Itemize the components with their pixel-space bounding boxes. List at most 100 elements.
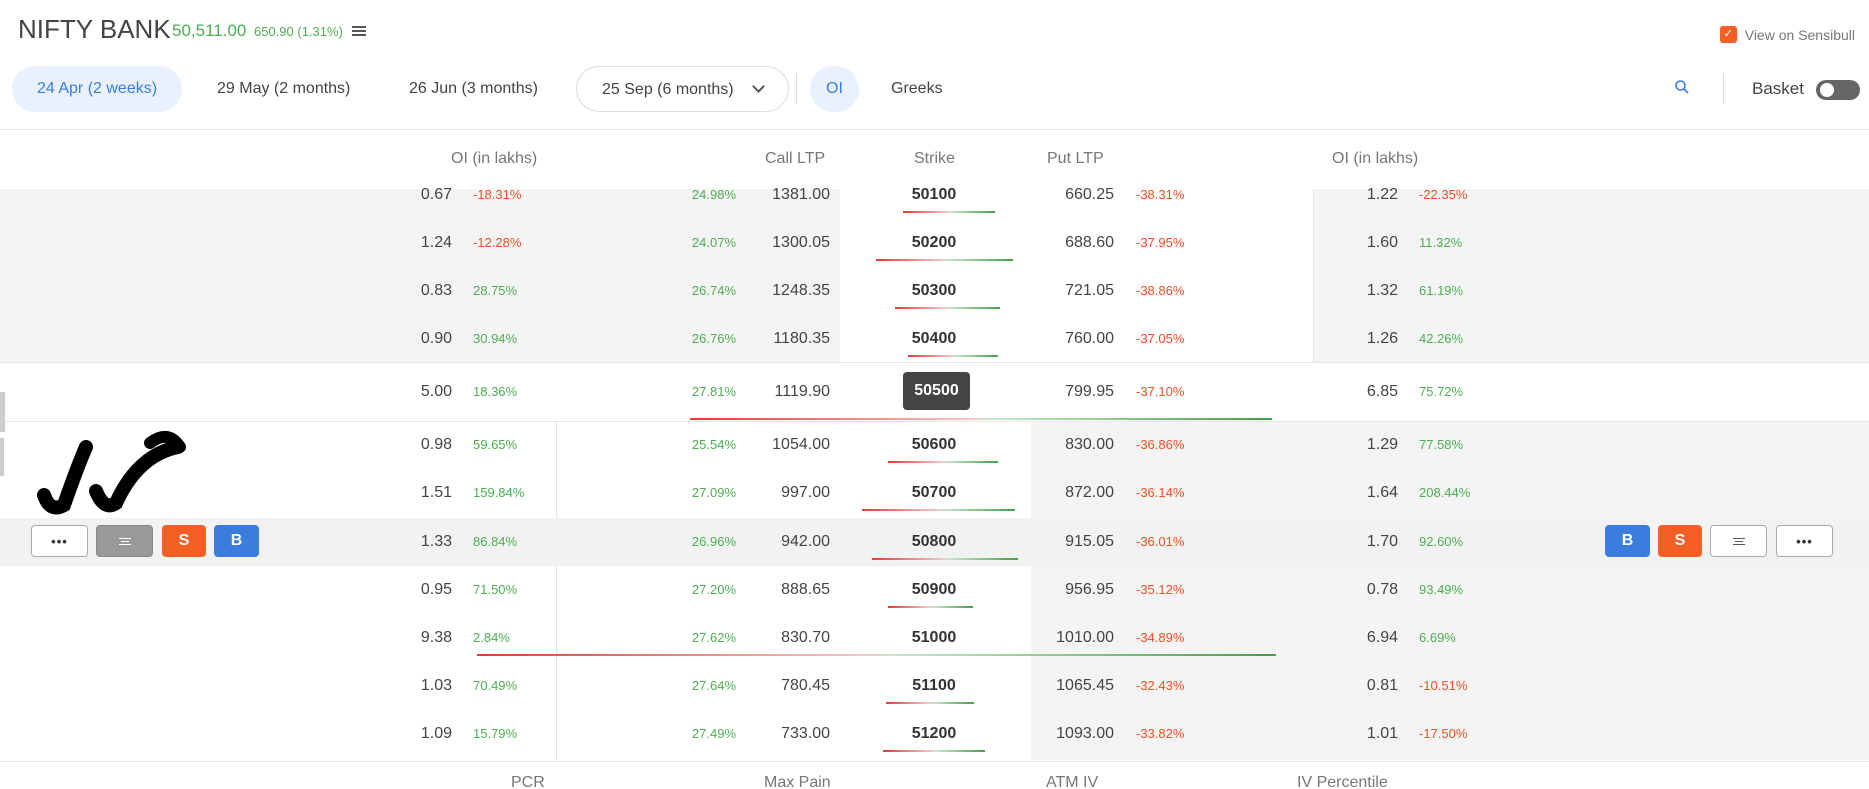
call-ltp[interactable]: 1119.90 <box>730 368 830 416</box>
table-row[interactable]: 0.95 71.50% 27.20% 888.65 50900 956.95 -35.12%… <box>0 566 1869 614</box>
search-icon[interactable] <box>1674 79 1690 95</box>
put-ltp-change[interactable]: -35.12% <box>1136 566 1184 614</box>
put-oi-value[interactable]: 1.60 <box>1298 219 1398 267</box>
table-row[interactable]: 1.24 -12.28% 24.07% 1300.05 50200 688.60 -37.9… <box>0 219 1869 267</box>
call-ltp-change[interactable]: 25.54% <box>660 421 736 469</box>
call-ltp-change[interactable]: 26.96% <box>660 518 736 566</box>
put-ltp[interactable]: 688.60 <box>1014 219 1114 267</box>
call-oi-value[interactable]: 9.38 <box>352 614 452 662</box>
call-buy-button[interactable]: B <box>214 525 259 557</box>
call-oi-value[interactable]: 1.03 <box>352 662 452 710</box>
put-ltp-change[interactable]: -36.14% <box>1136 469 1184 517</box>
table-row[interactable]: 0.98 59.65% 25.54% 1054.00 50600 830.00 -36.86… <box>0 421 1869 469</box>
table-row[interactable]: 0.90 30.94% 26.76% 1180.35 50400 760.00 -37.05… <box>0 315 1869 363</box>
menu-icon[interactable] <box>352 26 366 38</box>
call-ltp[interactable]: 1054.00 <box>730 421 830 469</box>
call-ltp[interactable]: 1248.35 <box>730 267 830 315</box>
put-oi-change[interactable]: 75.72% <box>1419 368 1463 416</box>
put-oi-change[interactable]: 11.32% <box>1419 219 1462 267</box>
scroll-handle[interactable] <box>0 438 4 476</box>
put-sell-button[interactable]: S <box>1658 525 1702 557</box>
call-oi-change[interactable]: 70.49% <box>473 662 517 710</box>
call-ltp-change[interactable]: 26.76% <box>660 315 736 363</box>
put-oi-change[interactable]: -22.35% <box>1419 171 1467 219</box>
put-ltp-change[interactable]: -36.86% <box>1136 421 1184 469</box>
put-oi-value[interactable]: 1.70 <box>1298 518 1398 566</box>
put-oi-value[interactable]: 6.85 <box>1298 368 1398 416</box>
call-oi-change[interactable]: 86.84% <box>473 518 517 566</box>
put-oi-value[interactable]: 0.81 <box>1298 662 1398 710</box>
call-oi-value[interactable]: 1.24 <box>352 219 452 267</box>
call-ltp[interactable]: 733.00 <box>730 710 830 758</box>
call-oi-value[interactable]: 0.67 <box>352 171 452 219</box>
call-oi-value[interactable]: 0.90 <box>352 315 452 363</box>
table-row[interactable]: 1.09 15.79% 27.49% 733.00 51200 1093.00 -33.82… <box>0 710 1869 758</box>
put-oi-change[interactable]: 77.58% <box>1419 421 1463 469</box>
expiry-tab-24-apr[interactable]: 24 Apr (2 weeks) <box>12 66 183 112</box>
call-oi-change[interactable]: 18.36% <box>473 368 517 416</box>
put-oi-value[interactable]: 1.01 <box>1298 710 1398 758</box>
table-row[interactable]: 0.83 28.75% 26.74% 1248.35 50300 721.05 -38.86… <box>0 267 1869 315</box>
put-ltp[interactable]: 660.25 <box>1014 171 1114 219</box>
call-ltp-change[interactable]: 26.74% <box>660 267 736 315</box>
table-row[interactable]: 5.00 18.36% 27.81% 1119.90 50500 799.95 -37.10… <box>0 368 1869 420</box>
call-ltp[interactable]: 1300.05 <box>730 219 830 267</box>
put-oi-change[interactable]: -10.51% <box>1419 662 1467 710</box>
expiry-select[interactable]: 25 Sep (6 months) <box>576 66 789 112</box>
put-ltp[interactable]: 1065.45 <box>1014 662 1114 710</box>
call-ltp-change[interactable]: 24.98% <box>660 171 736 219</box>
put-ltp-change[interactable]: -38.86% <box>1136 267 1184 315</box>
call-oi-change[interactable]: -18.31% <box>473 171 521 219</box>
put-oi-change[interactable]: 6.69% <box>1419 614 1456 662</box>
put-ltp[interactable]: 915.05 <box>1014 518 1114 566</box>
depth-button[interactable] <box>96 525 153 557</box>
call-oi-change[interactable]: 28.75% <box>473 267 517 315</box>
put-oi-change[interactable]: 93.49% <box>1419 566 1463 614</box>
call-ltp-change[interactable]: 27.20% <box>660 566 736 614</box>
call-ltp[interactable]: 942.00 <box>730 518 830 566</box>
table-row[interactable]: 9.38 2.84% 27.62% 830.70 51000 1010.00 -34.89%… <box>0 614 1869 662</box>
tab-oi[interactable]: OI <box>810 66 859 112</box>
put-ltp[interactable]: 872.00 <box>1014 469 1114 517</box>
put-oi-change[interactable]: 208.44% <box>1419 469 1470 517</box>
table-row[interactable]: 1.03 70.49% 27.64% 780.45 51100 1065.45 -32.43… <box>0 662 1869 710</box>
call-ltp-change[interactable]: 27.49% <box>660 710 736 758</box>
call-ltp[interactable]: 888.65 <box>730 566 830 614</box>
put-ltp[interactable]: 721.05 <box>1014 267 1114 315</box>
call-sell-button[interactable]: S <box>162 525 206 557</box>
put-ltp[interactable]: 799.95 <box>1014 368 1114 416</box>
call-oi-value[interactable]: 1.09 <box>352 710 452 758</box>
put-ltp-change[interactable]: -38.31% <box>1136 171 1184 219</box>
call-ltp-change[interactable]: 27.64% <box>660 662 736 710</box>
more-options-button[interactable]: ••• <box>1776 525 1833 557</box>
put-oi-value[interactable]: 1.29 <box>1298 421 1398 469</box>
call-oi-change[interactable]: 159.84% <box>473 469 524 517</box>
put-ltp-change[interactable]: -36.01% <box>1136 518 1184 566</box>
call-oi-value[interactable]: 5.00 <box>352 368 452 416</box>
put-oi-change[interactable]: 61.19% <box>1419 267 1463 315</box>
put-ltp-change[interactable]: -32.43% <box>1136 662 1184 710</box>
call-ltp[interactable]: 1180.35 <box>730 315 830 363</box>
table-row[interactable]: 0.67 -18.31% 24.98% 1381.00 50100 660.25 -38.3… <box>0 171 1869 219</box>
basket-toggle[interactable] <box>1816 80 1860 100</box>
tab-greeks[interactable]: Greeks <box>866 66 968 112</box>
call-oi-change[interactable]: 15.79% <box>473 710 517 758</box>
put-oi-change[interactable]: -17.50% <box>1419 710 1467 758</box>
expiry-tab-29-may[interactable]: 29 May (2 months) <box>192 66 375 112</box>
call-oi-change[interactable]: 71.50% <box>473 566 517 614</box>
put-buy-button[interactable]: B <box>1605 525 1650 557</box>
put-oi-value[interactable]: 1.26 <box>1298 315 1398 363</box>
put-oi-change[interactable]: 92.60% <box>1419 518 1463 566</box>
put-ltp-change[interactable]: -37.10% <box>1136 368 1184 416</box>
put-oi-value[interactable]: 0.78 <box>1298 566 1398 614</box>
put-ltp[interactable]: 1093.00 <box>1014 710 1114 758</box>
put-ltp[interactable]: 830.00 <box>1014 421 1114 469</box>
call-oi-change[interactable]: 30.94% <box>473 315 517 363</box>
depth-button[interactable] <box>1710 525 1767 557</box>
call-ltp[interactable]: 780.45 <box>730 662 830 710</box>
call-ltp-change[interactable]: 27.09% <box>660 469 736 517</box>
call-oi-value[interactable]: 0.98 <box>352 421 452 469</box>
call-ltp-change[interactable]: 24.07% <box>660 219 736 267</box>
expiry-tab-26-jun[interactable]: 26 Jun (3 months) <box>384 66 563 112</box>
call-ltp[interactable]: 997.00 <box>730 469 830 517</box>
